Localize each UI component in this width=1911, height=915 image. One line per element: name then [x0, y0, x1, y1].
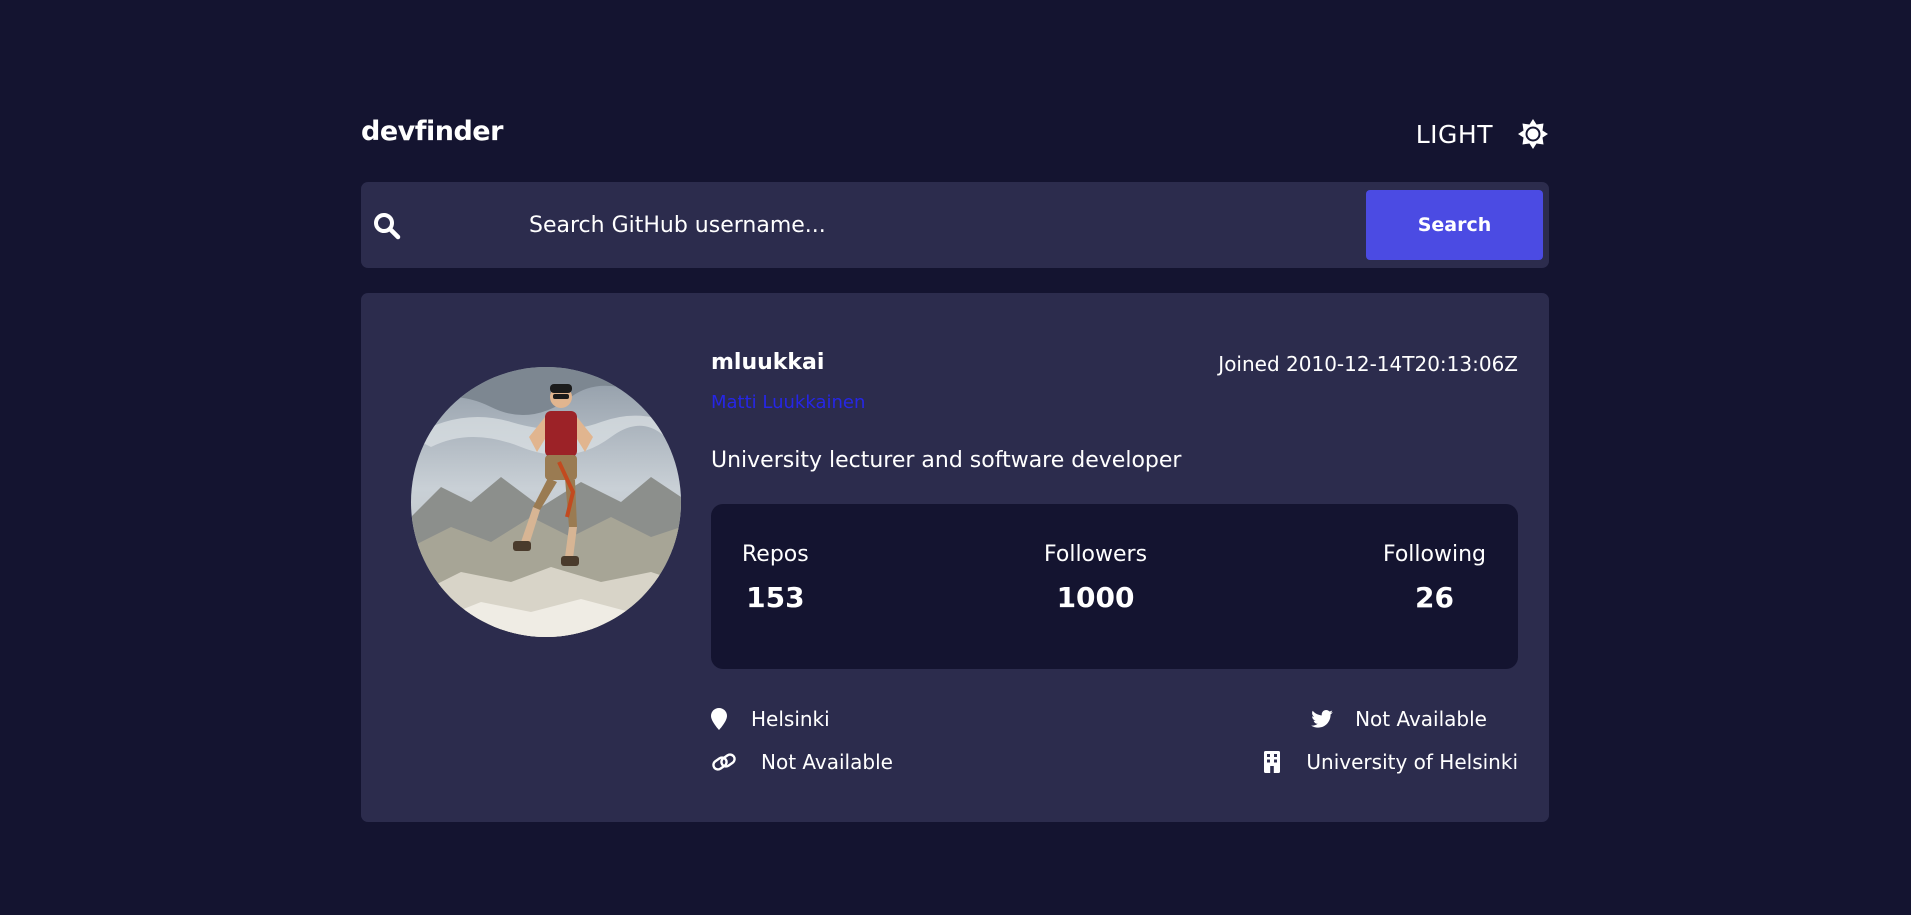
joined-date: Joined 2010-12-14T20:13:06Z [1218, 352, 1518, 376]
stat-following-label: Following [1382, 542, 1486, 567]
location-pin-icon [711, 708, 727, 730]
profile-name-link[interactable]: Matti Luukkainen [711, 392, 865, 413]
link-icon [711, 751, 737, 773]
stat-repos-value: 153 [746, 581, 805, 614]
search-icon [373, 212, 401, 240]
info-location: Helsinki [711, 704, 830, 734]
profile-bio: University lecturer and software develop… [711, 448, 1182, 473]
twitter-text[interactable]: Not Available [1355, 707, 1487, 731]
stats-panel: Repos 153 Followers 1000 Following 26 [711, 504, 1518, 669]
stat-following-value: 26 [1415, 581, 1454, 614]
company-text: University of Helsinki [1306, 750, 1518, 774]
stat-repos-label: Repos [742, 542, 809, 567]
stat-followers-label: Followers [1044, 542, 1148, 567]
profile-card: mluukkai Matti Luukkainen Joined 2010-12… [361, 293, 1549, 822]
building-icon [1264, 751, 1281, 773]
stat-repos: Repos 153 [742, 542, 809, 614]
search-button[interactable]: Search [1366, 190, 1543, 260]
stat-followers-value: 1000 [1056, 581, 1135, 614]
blog-text[interactable]: Not Available [761, 750, 893, 774]
info-twitter: Not Available [1311, 704, 1487, 734]
location-text: Helsinki [751, 707, 830, 731]
stat-followers: Followers 1000 [1044, 542, 1147, 614]
app-logo: devfinder [361, 116, 503, 147]
search-input[interactable] [529, 205, 1169, 245]
stat-following: Following 26 [1383, 542, 1486, 614]
info-blog: Not Available [711, 747, 893, 777]
info-company: University of Helsinki [1264, 747, 1518, 777]
sun-icon [1517, 118, 1549, 150]
theme-toggle[interactable]: LIGHT [1416, 114, 1549, 154]
theme-toggle-label: LIGHT [1415, 119, 1493, 149]
twitter-icon [1311, 710, 1333, 728]
profile-login: mluukkai [711, 350, 825, 375]
avatar [411, 367, 681, 637]
search-bar: Search [361, 182, 1549, 268]
header: devfinder LIGHT [361, 114, 1549, 154]
